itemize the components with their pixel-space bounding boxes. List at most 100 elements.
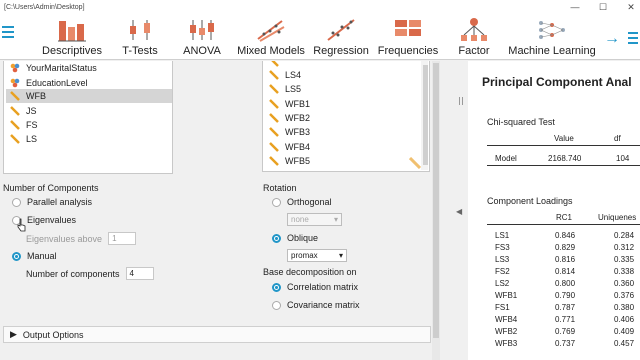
variable-name: YourMaritalStatus <box>26 63 97 73</box>
anova-icon <box>190 20 214 40</box>
scale-variable-icon <box>10 106 20 116</box>
maximize-button[interactable]: ☐ <box>598 0 608 14</box>
radio-button[interactable] <box>272 300 281 310</box>
minimize-button[interactable]: — <box>570 0 580 14</box>
table-rule <box>487 224 640 225</box>
variable-name: LS5 <box>285 84 302 94</box>
radio-button-selected[interactable] <box>12 251 21 261</box>
panel-splitter[interactable]: ◀ <box>440 61 468 360</box>
radio-button[interactable] <box>272 197 281 207</box>
radio-button[interactable] <box>12 197 21 207</box>
analysis-options-panel: YourMaritalStatus EducationLevel WFB JS … <box>0 61 440 360</box>
loadings-cell-u: 0.380 <box>614 303 635 312</box>
target-variable-item[interactable]: WFB1 <box>269 97 310 111</box>
radio-button-selected[interactable] <box>272 233 281 243</box>
regression-button[interactable]: Regression <box>313 14 369 60</box>
loadings-cell-item: LS2 <box>495 279 510 288</box>
scale-variable-icon <box>269 84 279 94</box>
target-variable-item[interactable]: WFB5 <box>269 154 310 168</box>
variable-name: FS <box>26 120 38 130</box>
hamburger-menu-icon[interactable] <box>2 26 14 41</box>
target-variable-item[interactable]: WFB3 <box>269 125 310 139</box>
mixed-models-label: Mixed Models <box>237 45 305 57</box>
descriptives-button[interactable]: Descriptives <box>42 14 102 60</box>
variable-item-selected[interactable]: WFB <box>6 89 172 103</box>
loadings-cell-rc1: 0.787 <box>555 303 576 312</box>
title-bar: [C:\Users\Admin\Desktop] — ☐ ✕ <box>0 0 640 14</box>
variable-item[interactable]: YourMaritalStatus <box>10 61 97 75</box>
mixed-models-button[interactable]: Mixed Models <box>237 14 305 60</box>
mixed-models-icon <box>257 20 285 42</box>
orthogonal-method-select[interactable]: none ▾ <box>287 213 342 226</box>
regression-icon <box>327 19 355 41</box>
frequencies-label: Frequencies <box>377 45 439 57</box>
oblique-method-select[interactable]: promax ▾ <box>287 249 347 262</box>
collapse-left-icon[interactable]: ◀ <box>456 207 462 216</box>
selected-variables-list[interactable]: LS4 LS5 WFB1 WFB2 WFB3 WFB4 WFB5 <box>262 61 430 172</box>
chevron-down-icon: ▾ <box>338 251 343 260</box>
t-tests-button[interactable]: T-Tests <box>120 14 160 60</box>
radio-button-selected[interactable] <box>272 282 281 292</box>
scale-variable-icon <box>269 127 279 137</box>
arrow-right-icon[interactable]: → <box>604 30 620 48</box>
target-list-scroll-thumb[interactable] <box>423 65 428 165</box>
manual-label: Manual <box>27 251 57 261</box>
frequencies-button[interactable]: Frequencies <box>377 14 439 60</box>
number-of-components-input[interactable]: 4 <box>125 267 154 280</box>
variable-item[interactable]: LS <box>10 132 37 146</box>
variable-item[interactable]: EducationLevel <box>10 76 88 90</box>
chi-header-df: df <box>614 134 621 143</box>
output-options-section[interactable]: ▶ Output Options <box>3 326 431 343</box>
scale-variable-icon <box>10 91 20 101</box>
variable-name: EducationLevel <box>26 78 88 88</box>
anova-button[interactable]: ANOVA <box>183 14 221 60</box>
splitter-grip-icon[interactable] <box>459 97 463 105</box>
variable-name: WFB4 <box>285 142 311 152</box>
parallel-analysis-option[interactable]: Parallel analysis <box>12 197 92 207</box>
correlation-matrix-option[interactable]: Correlation matrix <box>272 282 358 292</box>
eigenvalues-above-label: Eigenvalues above <box>26 233 103 244</box>
loadings-cell-rc1: 0.769 <box>555 327 576 336</box>
covariance-matrix-option[interactable]: Covariance matrix <box>272 300 360 310</box>
scale-variable-icon <box>269 113 279 123</box>
base-decomposition-title: Base decomposition on <box>263 267 357 277</box>
output-options-label: Output Options <box>22 329 84 340</box>
machine-learning-button[interactable]: Machine Learning <box>508 14 596 60</box>
target-variable-item[interactable]: LS5 <box>269 82 301 96</box>
loadings-cell-rc1: 0.771 <box>555 315 576 324</box>
loadings-cell-item: FS2 <box>495 267 510 276</box>
loadings-cell-rc1: 0.829 <box>555 243 576 252</box>
loadings-header-rc1: RC1 <box>556 213 573 222</box>
variable-name: WFB5 <box>285 156 311 166</box>
target-variable-item[interactable]: WFB2 <box>269 111 310 125</box>
loadings-cell-rc1: 0.737 <box>555 339 576 348</box>
results-panel: Principal Component Anal Chi-squared Tes… <box>468 61 640 360</box>
oblique-option[interactable]: Oblique <box>272 233 318 243</box>
available-variables-list[interactable]: YourMaritalStatus EducationLevel WFB JS … <box>3 61 173 174</box>
variable-item[interactable]: FS <box>10 118 38 132</box>
loadings-cell-u: 0.376 <box>614 291 635 300</box>
loadings-cell-rc1: 0.816 <box>555 255 576 264</box>
expand-triangle-icon[interactable]: ▶ <box>10 329 17 340</box>
scale-variable-icon <box>271 61 279 67</box>
options-panel-scrollbar[interactable] <box>432 61 440 360</box>
manual-option[interactable]: Manual <box>12 251 57 261</box>
loadings-cell-rc1: 0.790 <box>555 291 576 300</box>
options-scroll-thumb[interactable] <box>433 63 439 338</box>
loadings-cell-u: 0.284 <box>614 231 635 240</box>
close-button[interactable]: ✕ <box>626 0 636 14</box>
chevron-down-icon: ▾ <box>333 215 338 224</box>
correlation-matrix-label: Correlation matrix <box>287 282 359 292</box>
eigenvalues-above-input[interactable]: 1 <box>108 232 137 245</box>
component-loadings-title: Component Loadings <box>487 196 573 206</box>
orthogonal-option[interactable]: Orthogonal <box>272 197 332 207</box>
factor-button[interactable]: Factor <box>456 14 492 60</box>
options-menu-icon[interactable] <box>628 32 638 47</box>
rotation-section-title: Rotation <box>263 183 297 193</box>
loadings-cell-item: LS3 <box>495 255 510 264</box>
target-variable-item[interactable]: LS4 <box>269 68 301 82</box>
target-variable-item[interactable]: WFB4 <box>269 140 310 154</box>
loadings-cell-u: 0.409 <box>614 327 635 336</box>
loadings-cell-item: FS1 <box>495 303 510 312</box>
variable-item[interactable]: JS <box>10 104 37 118</box>
